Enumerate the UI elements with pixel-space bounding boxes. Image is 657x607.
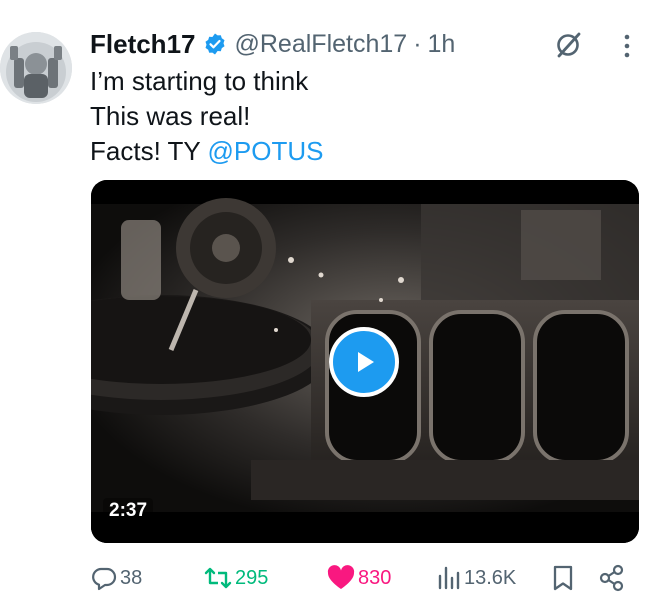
tweet-text: I’m starting to think This was real! Fac… bbox=[90, 64, 324, 169]
author-handle[interactable]: @RealFletch17 bbox=[235, 30, 408, 59]
action-bar: 38 295 830 13.6K bbox=[90, 560, 640, 596]
video-player[interactable]: 2:37 bbox=[91, 180, 639, 543]
play-button[interactable] bbox=[329, 327, 399, 397]
share-icon bbox=[599, 564, 624, 592]
like-button[interactable]: 830 bbox=[326, 560, 391, 596]
timestamp[interactable]: 1h bbox=[428, 30, 456, 59]
video-duration: 2:37 bbox=[103, 498, 154, 524]
views-icon bbox=[438, 566, 460, 590]
views-button[interactable]: 13.6K bbox=[436, 560, 516, 596]
tweet-text-line-2: This was real! bbox=[90, 101, 251, 131]
reply-count: 38 bbox=[120, 566, 143, 589]
like-count: 830 bbox=[358, 566, 392, 589]
avatar-image bbox=[0, 32, 72, 104]
grok-icon[interactable] bbox=[553, 30, 583, 60]
tweet-header: Fletch17 @RealFletch17 · 1h bbox=[90, 26, 455, 62]
reply-button[interactable]: 38 bbox=[90, 560, 142, 596]
tweet-text-prefix: Facts! TY bbox=[90, 136, 208, 166]
tweet-text-line-1: I’m starting to think bbox=[90, 66, 309, 96]
tweet[interactable]: Fletch17 @RealFletch17 · 1h I’m starting… bbox=[0, 0, 657, 607]
separator-dot: · bbox=[413, 29, 422, 58]
bookmark-button[interactable] bbox=[550, 560, 576, 596]
reply-icon bbox=[92, 567, 117, 591]
play-icon bbox=[358, 352, 374, 372]
verified-badge-icon bbox=[203, 32, 227, 56]
repost-button[interactable]: 295 bbox=[203, 560, 268, 596]
bookmark-icon bbox=[553, 565, 573, 591]
tweet-text-line-3: Facts! TY @POTUS bbox=[90, 134, 324, 169]
repost-count: 295 bbox=[235, 566, 269, 589]
views-count: 13.6K bbox=[464, 566, 517, 589]
more-vertical-icon[interactable] bbox=[617, 32, 637, 60]
author-display-name[interactable]: Fletch17 bbox=[90, 29, 196, 60]
repost-icon bbox=[204, 567, 232, 589]
heart-icon bbox=[327, 565, 355, 589]
mention-link[interactable]: @POTUS bbox=[208, 136, 324, 166]
avatar[interactable] bbox=[0, 32, 72, 104]
share-button[interactable] bbox=[598, 560, 626, 596]
